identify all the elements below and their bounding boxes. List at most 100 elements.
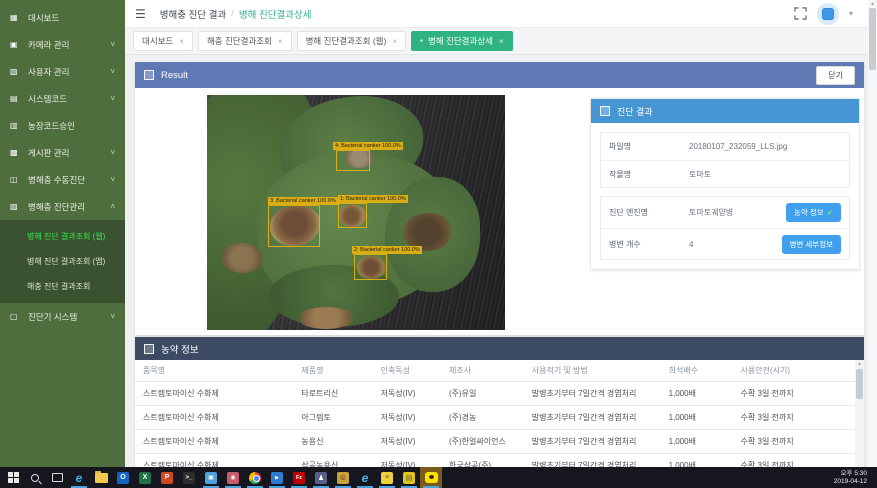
cell: 스트렙토마이신 수화제 bbox=[135, 406, 293, 430]
messenger-app-icon[interactable]: ☺ bbox=[332, 467, 354, 488]
cell: 저독성(IV) bbox=[373, 406, 441, 430]
scrollbar-thumb[interactable] bbox=[869, 8, 876, 70]
cell: 발병초기부터 7일간격 경엽처리 bbox=[524, 430, 661, 454]
field-label: 파일명 bbox=[609, 141, 689, 152]
excel-icon[interactable]: X bbox=[134, 467, 156, 488]
dashboard-icon: ▦ bbox=[10, 13, 21, 22]
detection-label: 1: Bacterial canker 100.0% bbox=[338, 195, 408, 203]
excel-glyph: X bbox=[139, 472, 151, 484]
pesticide-panel-header: 농약 정보 bbox=[135, 337, 864, 360]
file-info-group: 파일명 20180107_232059_LLS.jpg 작물명 토마토 bbox=[600, 132, 850, 188]
sidebar-item-diagnosis-manage[interactable]: ▨ 병해충 진단관리 ˄ bbox=[0, 193, 125, 220]
sidebar-item-users[interactable]: ▧ 사용자 관리 ˅ bbox=[0, 58, 125, 85]
system-code-icon: ▤ bbox=[10, 94, 21, 103]
cell: (주)유일 bbox=[441, 382, 524, 406]
detection-label: 3: Bacterial canker 100.0% bbox=[268, 197, 338, 205]
search-icon[interactable] bbox=[24, 467, 46, 488]
chevron-down-icon: ˅ bbox=[110, 94, 115, 103]
close-icon[interactable]: × bbox=[278, 37, 283, 46]
chrome-icon[interactable] bbox=[244, 467, 266, 488]
tab-pest-result[interactable]: 해충 진단결과조회 × bbox=[198, 31, 292, 51]
cell: 아그렙토 bbox=[293, 406, 372, 430]
messenger-glyph: ☺ bbox=[337, 472, 349, 484]
tab-disease-result-detail[interactable]: ● 병해 진단결과상세 × bbox=[411, 31, 513, 51]
cell: 1,000배 bbox=[661, 430, 733, 454]
column-header: 희석배수 bbox=[661, 360, 733, 382]
pesticide-info-button[interactable]: 농약 정보✔ bbox=[786, 203, 841, 222]
sidebar-item-farm-code[interactable]: ▥ 농장코드승인 bbox=[0, 112, 125, 139]
close-icon[interactable]: × bbox=[499, 37, 504, 46]
kakaotalk-icon[interactable] bbox=[420, 467, 442, 488]
lesion-detail-button[interactable]: 병변 세부정보 bbox=[782, 235, 841, 254]
kakao-bubble-shape bbox=[425, 472, 438, 483]
media-app-icon[interactable]: ▶ bbox=[266, 467, 288, 488]
sidebar-item-manual-diagnosis[interactable]: ◫ 병해충 수동진단 ˅ bbox=[0, 166, 125, 193]
filezilla-icon[interactable]: Fz bbox=[288, 467, 310, 488]
scroll-up-icon[interactable]: ▲ bbox=[855, 360, 864, 368]
clock-date: 2019-04-12 bbox=[834, 478, 867, 486]
outlook-icon[interactable]: O bbox=[112, 467, 134, 488]
windows-taskbar: e O X P >_ ▣ ◉ ▶ Fz ♟ ☺ e ≡ ▤ 오후 5:30 20… bbox=[0, 467, 877, 488]
cell: 수확 3일 전까지 bbox=[733, 406, 855, 430]
pc-app-icon[interactable]: ▣ bbox=[200, 467, 222, 488]
submenu-item-pest-result[interactable]: 해충 진단 결과조회 bbox=[0, 274, 125, 299]
tab-dashboard[interactable]: 대시보드 × bbox=[133, 31, 193, 51]
table-row[interactable]: 스트렙토마이신 수화제 농용신 저독성(IV) (주)한얼싸이언스 발병초기부터… bbox=[135, 430, 855, 454]
taskbar-clock[interactable]: 오후 5:30 2019-04-12 bbox=[834, 470, 875, 486]
sidebar-item-system-code[interactable]: ▤ 시스템코드 ˅ bbox=[0, 85, 125, 112]
info-row-lesion-count: 병변 개수 4 병변 세부정보 bbox=[601, 228, 849, 259]
users-icon: ▧ bbox=[10, 67, 21, 76]
sidebar: ▦ 대시보드 ▣ 카메라 관리 ˅ ▧ 사용자 관리 ˅ ▤ 시스템코드 ˅ ▥… bbox=[0, 0, 125, 467]
file-explorer-icon[interactable] bbox=[90, 467, 112, 488]
close-button[interactable]: 닫기 bbox=[816, 66, 855, 85]
tab-disease-result-web[interactable]: 병해 진단결과조회 (웹) × bbox=[297, 31, 406, 51]
field-value: 토마토궤양병 bbox=[689, 207, 733, 218]
sidebar-item-label: 병해충 수동진단 bbox=[28, 174, 85, 186]
column-header: 인축독성 bbox=[373, 360, 441, 382]
task-view-icon[interactable] bbox=[46, 467, 68, 488]
board-icon: ▩ bbox=[10, 148, 21, 157]
start-icon[interactable] bbox=[2, 467, 24, 488]
edge-icon[interactable]: e bbox=[68, 467, 90, 488]
remote-app-icon[interactable]: ♟ bbox=[310, 467, 332, 488]
sidebar-item-dashboard[interactable]: ▦ 대시보드 bbox=[0, 4, 125, 31]
page-scrollbar[interactable]: ▲ bbox=[868, 0, 877, 467]
close-icon[interactable]: × bbox=[392, 37, 397, 46]
sidebar-item-device-system[interactable]: ▢ 진단기 시스템 ˅ bbox=[0, 303, 125, 330]
paint-icon[interactable]: ◉ bbox=[222, 467, 244, 488]
internet-explorer-icon[interactable]: e bbox=[354, 467, 376, 488]
submenu-item-disease-result-app[interactable]: 병해 진단 결과조회 (앱) bbox=[0, 249, 125, 274]
submenu-item-label: 해충 진단 결과조회 bbox=[27, 281, 90, 292]
table-row[interactable]: 스트렙토마이신 수화제 타로트리신 저독성(IV) (주)유일 발병초기부터 7… bbox=[135, 382, 855, 406]
sidebar-item-board[interactable]: ▩ 게시판 관리 ˅ bbox=[0, 139, 125, 166]
close-icon[interactable]: × bbox=[179, 37, 184, 46]
chrome-shape bbox=[249, 472, 261, 484]
terminal-icon[interactable]: >_ bbox=[178, 467, 200, 488]
scrollbar-thumb[interactable] bbox=[856, 369, 863, 399]
table-scrollbar[interactable]: ▲ bbox=[855, 360, 864, 467]
result-panel-body: 4: Bacterial canker 100.0% 3: Bacterial … bbox=[135, 88, 864, 335]
table-header-row: 품목명 제품명 인축독성 제조사 사용적기 및 방법 희석배수 사용안전(시기) bbox=[135, 360, 855, 382]
menu-icon[interactable]: ☰ bbox=[135, 7, 146, 21]
table-row[interactable]: 스트렙토마이신 수화제 아그렙토 저독성(IV) (주)경농 발병초기부터 7일… bbox=[135, 406, 855, 430]
cell: 1,000배 bbox=[661, 454, 733, 468]
cell: (주)경농 bbox=[441, 406, 524, 430]
memo-app-icon[interactable]: ▤ bbox=[398, 467, 420, 488]
chevron-down-icon: ˅ bbox=[110, 148, 115, 157]
scroll-up-icon[interactable]: ▲ bbox=[868, 0, 877, 8]
notepad-icon[interactable]: ≡ bbox=[376, 467, 398, 488]
diagnosis-panel-body: 파일명 20180107_232059_LLS.jpg 작물명 토마토 bbox=[591, 123, 859, 269]
topbar-actions: ▾ bbox=[794, 3, 867, 25]
user-avatar[interactable] bbox=[817, 3, 839, 25]
outlook-glyph: O bbox=[117, 472, 129, 484]
table-row[interactable]: 스트렙토마이신 수화제 삼공농용신 저독성(IV) 한국삼공(주) 발병초기부터… bbox=[135, 454, 855, 468]
sidebar-item-camera[interactable]: ▣ 카메라 관리 ˅ bbox=[0, 31, 125, 58]
chevron-down-icon[interactable]: ▾ bbox=[849, 9, 853, 18]
powerpoint-icon[interactable]: P bbox=[156, 467, 178, 488]
field-label: 진단 엔진명 bbox=[609, 207, 689, 218]
diagnosis-photo: 4: Bacterial canker 100.0% 3: Bacterial … bbox=[207, 95, 505, 330]
submenu-item-label: 병해 진단 결과조회 (웹) bbox=[27, 231, 105, 242]
submenu-item-disease-result-web[interactable]: 병해 진단 결과조회 (웹) bbox=[0, 224, 125, 249]
fullscreen-icon[interactable] bbox=[794, 7, 807, 20]
cell: 발병초기부터 7일간격 경엽처리 bbox=[524, 454, 661, 468]
